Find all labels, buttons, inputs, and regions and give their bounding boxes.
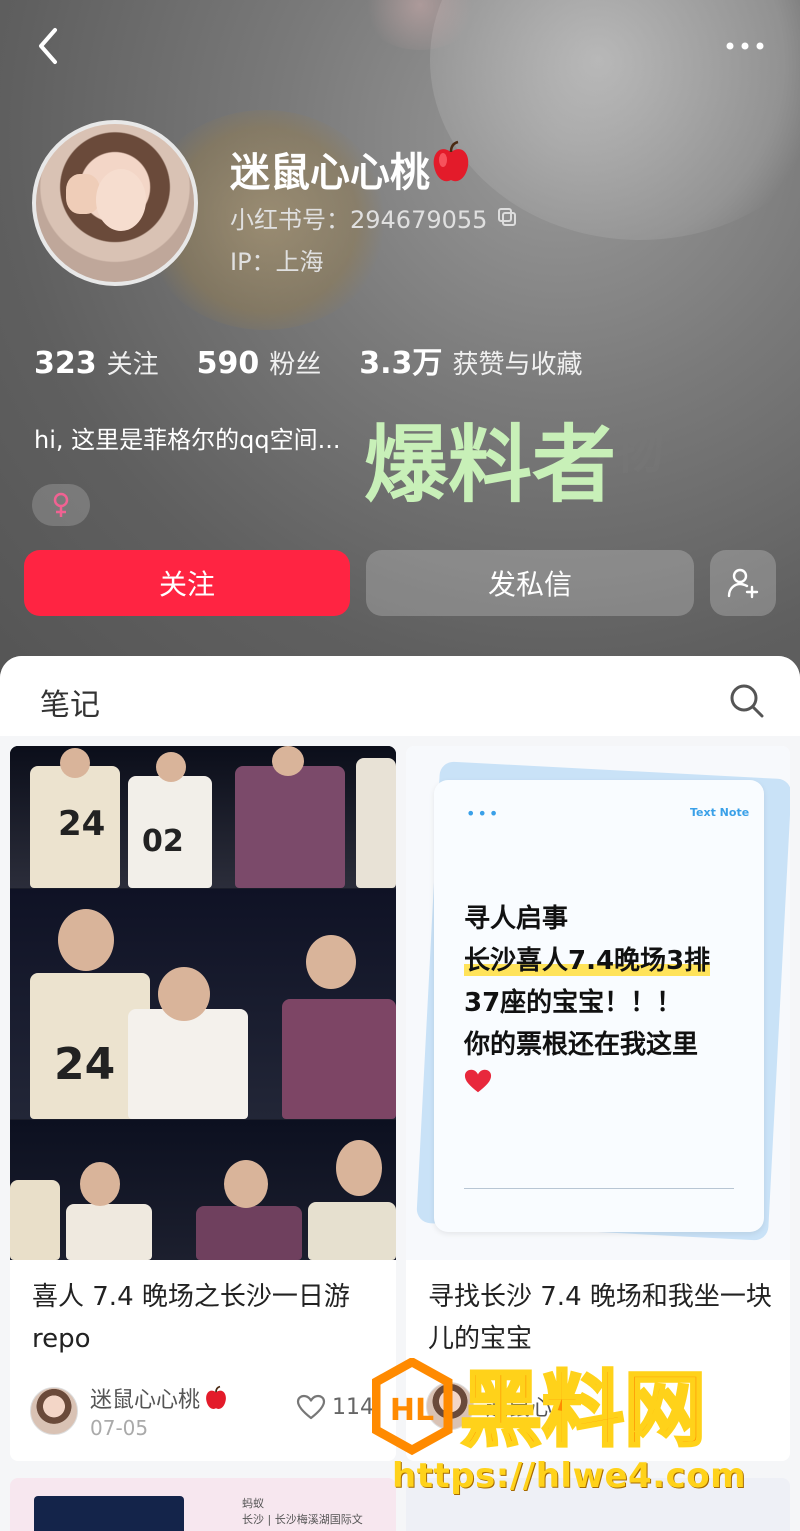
female-icon [53,492,69,517]
stat-following-count: 323 [34,346,97,381]
note-body: 寻人启事 长沙喜人7.4晚场3排 37座的宝宝！！！ 你的票根还在我这里 [464,898,711,1066]
chevron-left-icon [39,28,57,64]
stat-followers[interactable]: 590 粉丝 [197,344,322,381]
performer-head [80,1162,120,1206]
author-meta: 迷鼠心心桃 07-05 [90,1382,228,1440]
red-heart-icon [464,1069,492,1093]
jersey-number: 24 [54,1039,116,1090]
performer-head [224,1160,268,1208]
watermark-logo: HL 黑料网 [372,1358,708,1460]
note-cover-thumbnail [34,1496,184,1531]
performer [235,766,345,888]
note-line-highlight: 长沙喜人7.4晚场3排 [464,940,711,982]
note-cover-text: 蚂蚁 长沙 | 长沙梅溪湖国际文 [242,1496,363,1528]
note-paper-front: ••• Text Note 寻人启事 长沙喜人7.4晚场3排 37座的宝宝！！！… [434,780,764,1232]
stat-likes-collects-count: 3.3万 [359,346,443,381]
performer-head [156,752,186,782]
note-dots: ••• [466,804,501,823]
performer-head [158,967,210,1021]
stat-likes-collects-label: 获赞与收藏 [452,350,583,380]
note-cover-text-line: 蚂蚁 [242,1497,264,1510]
note-divider [464,1188,734,1189]
watermark-url: https://hlwe4.com [392,1456,747,1496]
photo-strip-3 [10,1120,396,1260]
follow-button[interactable]: 关注 [24,550,350,616]
note-line: 37座的宝宝！！！ [464,988,683,1018]
apple-emoji-icon [433,140,469,182]
gender-badge [32,484,90,526]
more-options-button[interactable] [718,24,772,68]
like-count: 114 [332,1394,374,1420]
avatar-face-shape [96,169,146,231]
stat-following[interactable]: 323 关注 [34,344,159,381]
profile-stats: 323 关注 590 粉丝 3.3万 获赞与收藏 [34,338,620,382]
add-user-icon [727,568,759,599]
apple-emoji-icon [206,1385,226,1409]
stat-following-label: 关注 [106,350,159,380]
tab-notes[interactable]: 笔记 [40,680,100,724]
performer [356,758,396,888]
avatar-hand-shape [66,174,100,214]
copy-icon[interactable] [497,207,519,229]
performer-head [336,1140,382,1196]
account-id: 小红书号：294679055 [230,200,519,235]
like-button[interactable]: 114 [296,1394,374,1420]
note-author[interactable]: 迷鼠心心桃 07-05 [30,1382,228,1440]
profile-name: 迷鼠心心桃 [230,150,430,196]
search-icon[interactable] [726,680,766,720]
note-card-2[interactable]: ••• Text Note 寻人启事 长沙喜人7.4晚场3排 37座的宝宝！！！… [406,746,790,1461]
performer-head [58,909,114,971]
profile-header: 迷鼠心心桃 小红书号：294679055 IP：上海 323 关注 590 粉丝… [0,0,800,680]
add-friend-button[interactable] [710,550,776,616]
stat-followers-count: 590 [196,346,260,381]
performer [66,1204,152,1260]
author-avatar[interactable] [30,1387,78,1435]
note-cover-photo: 24 02 24 [10,746,396,1260]
performer-head [272,746,304,776]
profile-bio[interactable]: hi, 这里是菲格尔的qq空间... [34,420,341,455]
note-line: 你的票根还在我这里 [464,1030,699,1060]
performer [282,999,396,1119]
note-tag: Text Note [690,806,750,819]
performer-head [306,935,356,989]
text-note-cover: ••• Text Note 寻人启事 长沙喜人7.4晚场3排 37座的宝宝！！！… [406,746,790,1260]
note-card-3[interactable]: 蚂蚁 长沙 | 长沙梅溪湖国际文 [10,1478,396,1531]
note-title[interactable]: 喜人 7.4 晚场之长沙一日游repo [32,1276,378,1360]
svg-text:HL: HL [390,1393,434,1428]
note-line: 寻人启事 [464,904,569,934]
ip-location: IP：上海 [230,248,324,276]
account-id-text: 小红书号：294679055 [230,206,488,234]
send-message-button[interactable]: 发私信 [366,550,694,616]
author-name-row: 迷鼠心心桃 [90,1382,228,1414]
stat-followers-label: 粉丝 [269,350,322,380]
photo-strip-1: 24 02 [10,746,396,888]
performer [308,1202,396,1260]
performer [10,1180,60,1260]
jersey-number: 24 [58,804,106,844]
watermark-logo-text: 黑料网 [460,1363,706,1458]
watermark-overlay-text: 爆料者 [364,416,617,514]
more-dots-icon [726,42,764,50]
note-line-highlighted: 长沙喜人7.4晚场3排 [464,946,711,976]
profile-avatar[interactable] [32,120,198,286]
performer [196,1206,302,1260]
photo-strip-2: 24 [10,889,396,1119]
stat-likes-collects[interactable]: 3.3万 获赞与收藏 [359,338,582,382]
notes-tab-bar: 笔记 [0,656,800,736]
performer [128,1009,248,1119]
heart-outline-icon [296,1394,326,1420]
note-title[interactable]: 寻找长沙 7.4 晚场和我坐一块儿的宝宝 [428,1276,774,1360]
jersey-number: 02 [142,824,184,859]
note-card-1[interactable]: 24 02 24 喜人 7.4 晚场之长沙一日游repo 迷鼠心心桃 07-05… [10,746,396,1461]
note-date: 07-05 [90,1416,149,1440]
author-name: 迷鼠心心桃 [90,1388,201,1413]
performer-head [60,748,90,778]
note-cover-text-line: 长沙 | 长沙梅溪湖国际文 [242,1513,363,1526]
back-button[interactable] [26,24,70,68]
